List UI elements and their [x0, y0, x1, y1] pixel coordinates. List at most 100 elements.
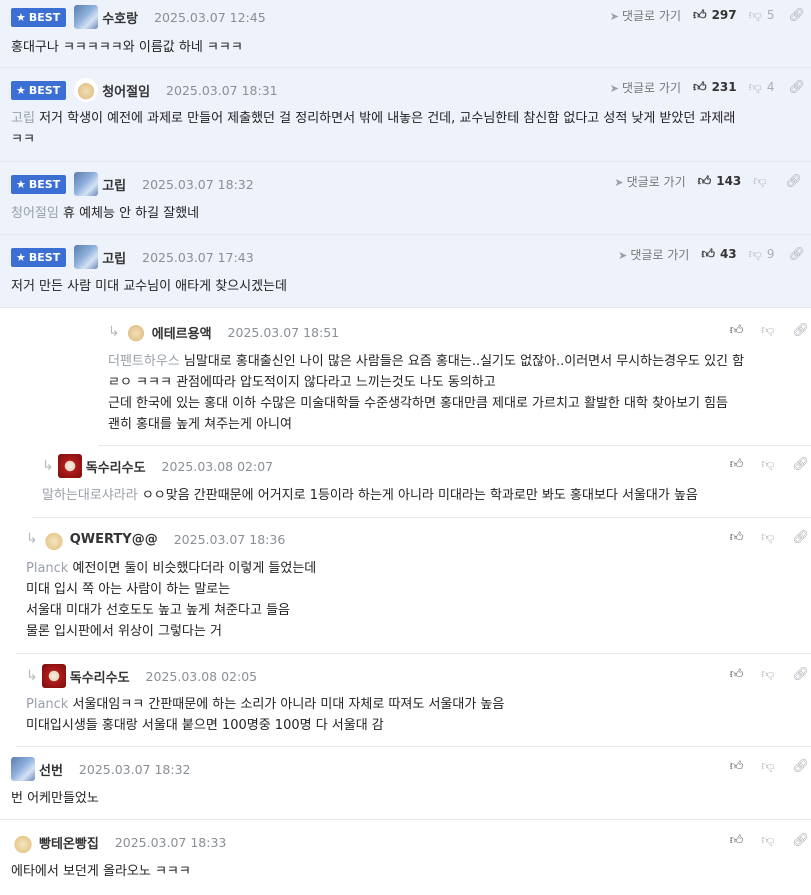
thumbs-down-icon[interactable]: 👎︎ — [761, 457, 774, 472]
go-to-reply-link[interactable]: ➤ 댓글로 가기 — [610, 7, 681, 24]
avatar[interactable] — [11, 830, 35, 854]
nickname[interactable]: 청어절임 — [102, 81, 150, 100]
timestamp: 2025.03.07 12:45 — [154, 9, 266, 25]
avatar[interactable] — [41, 664, 66, 688]
reply-arrow-icon: ↳ — [42, 458, 54, 474]
mention[interactable]: Planck — [26, 561, 68, 576]
nickname[interactable]: 독수리수도 — [86, 457, 146, 476]
nickname[interactable]: 독수리수도 — [70, 667, 130, 686]
thumbs-up-icon[interactable]: 👍︎ — [730, 667, 744, 682]
avatar[interactable] — [57, 454, 82, 478]
thumbs-down-icon: 👎︎ — [748, 79, 762, 95]
comment: 선번 2025.03.07 18:32 👍︎ 👎︎ 🔗︎ 번 어케만들었노 — [0, 747, 811, 820]
like-button[interactable]: 👍︎ 143 — [698, 174, 742, 189]
avatar[interactable] — [74, 245, 99, 269]
nickname[interactable]: QWERTY@@ — [70, 532, 158, 547]
best-badge: ★ BEST — [11, 247, 67, 267]
dislike-button[interactable]: 👎︎ 9 — [749, 247, 775, 262]
send-icon: ➤ — [609, 81, 619, 95]
avatar[interactable] — [74, 78, 99, 102]
send-icon: ➤ — [614, 175, 624, 189]
avatar[interactable] — [123, 320, 148, 344]
link-icon[interactable]: 🔗︎ — [792, 457, 809, 472]
mention[interactable]: 말하는대로샤라라 — [42, 488, 138, 503]
star-icon: ★ — [16, 177, 26, 191]
thumbs-down-icon: 👎︎ — [748, 246, 762, 262]
comment-text: 말하는대로샤라라 ㅇㅇ맞음 간판때문에 어거지로 1등이라 하는게 아니라 미대… — [42, 488, 698, 503]
comment-text: 저거 만든 사람 미대 교수님이 애타게 찾으시겠는데 — [11, 279, 287, 294]
thumbs-up-icon: 👍︎ — [697, 173, 712, 189]
link-icon[interactable]: 🔗︎ — [792, 530, 809, 545]
nickname[interactable]: 고립 — [102, 175, 126, 194]
comment-text: 에타에서 보던게 올라오노 ㅋㅋㅋ — [11, 864, 191, 879]
send-icon: ➤ — [618, 248, 628, 262]
nickname[interactable]: 선번 — [39, 760, 63, 779]
mention[interactable]: 청어절임 — [11, 206, 59, 221]
avatar[interactable] — [74, 5, 99, 29]
like-button[interactable]: 👍︎ 43 — [701, 247, 736, 262]
avatar[interactable] — [74, 172, 99, 196]
link-icon[interactable]: 🔗︎ — [788, 247, 805, 262]
like-button[interactable]: 👍︎ 231 — [693, 80, 737, 95]
timestamp: 2025.03.07 17:43 — [142, 249, 254, 265]
comment-text: 더펜트하우스 님말대로 홍대출신인 나이 많은 사람들은 요즘 홍대는..실기도… — [108, 354, 745, 432]
reply-comment: ↳ 에테르용액 2025.03.07 18:51 👍︎ 👎︎ 🔗︎ 더펜트하우스… — [98, 308, 811, 446]
star-icon: ★ — [16, 250, 26, 264]
best-comment: ★ BEST 고립 2025.03.07 17:43 ➤ 댓글로 가기 👍︎ 43 👎… — [0, 235, 811, 308]
timestamp: 2025.03.08 02:07 — [161, 458, 274, 474]
link-icon[interactable]: 🔗︎ — [785, 174, 802, 189]
go-to-reply-link[interactable]: ➤ 댓글로 가기 — [614, 173, 685, 190]
thumbs-up-icon[interactable]: 👍︎ — [730, 759, 744, 774]
thumbs-down-icon: 👎︎ — [753, 173, 767, 189]
go-to-reply-link[interactable]: ➤ 댓글로 가기 — [610, 79, 681, 96]
star-icon: ★ — [16, 10, 26, 24]
link-icon[interactable]: 🔗︎ — [792, 833, 809, 848]
nickname[interactable]: 수호랑 — [102, 8, 138, 27]
link-icon[interactable]: 🔗︎ — [792, 759, 809, 774]
go-to-reply-link[interactable]: ➤ 댓글로 가기 — [618, 246, 689, 263]
thumbs-down-icon[interactable]: 👎︎ — [761, 323, 774, 338]
timestamp: 2025.03.07 18:33 — [114, 834, 227, 850]
nickname[interactable]: 빵테온빵집 — [39, 833, 99, 852]
timestamp: 2025.03.07 18:31 — [166, 82, 278, 98]
comment-text: Planck 예전이면 둘이 비슷했다더라 이렇게 들었는데 미대 입시 쪽 아… — [26, 561, 317, 639]
thumbs-up-icon[interactable]: 👍︎ — [730, 457, 744, 472]
mention[interactable]: 더펜트하우스 — [108, 354, 180, 369]
link-icon[interactable]: 🔗︎ — [792, 323, 809, 338]
comment: 빵테온빵집 2025.03.07 18:33 👍︎ 👎︎ 🔗︎ 에타에서 보던게… — [0, 820, 811, 895]
thumbs-up-icon[interactable]: 👍︎ — [730, 833, 744, 848]
link-icon[interactable]: 🔗︎ — [788, 80, 805, 95]
best-badge: ★ BEST — [11, 7, 67, 27]
thumbs-down-icon[interactable]: 👎︎ — [761, 667, 774, 682]
thumbs-down-icon: 👎︎ — [748, 7, 762, 23]
comment-text: 홍대구나 ㅋㅋㅋㅋㅋ와 이름값 하네 ㅋㅋㅋ — [11, 40, 243, 55]
timestamp: 2025.03.07 18:32 — [78, 761, 191, 777]
timestamp: 2025.03.07 18:32 — [142, 176, 254, 192]
nickname[interactable]: 에테르용액 — [152, 323, 212, 342]
link-icon[interactable]: 🔗︎ — [792, 667, 809, 682]
thumbs-up-icon[interactable]: 👍︎ — [730, 323, 744, 338]
thumbs-up-icon: 👍︎ — [701, 246, 715, 262]
reply-comment: ↳ 독수리수도 2025.03.08 02:07 👍︎ 👎︎ 🔗︎ 말하는대로샤… — [32, 446, 811, 518]
thumbs-down-icon[interactable]: 👎︎ — [761, 833, 774, 848]
like-button[interactable]: 👍︎ 297 — [693, 8, 737, 23]
dislike-button[interactable]: 👎︎ 5 — [749, 8, 775, 23]
best-badge: ★ BEST — [11, 174, 67, 194]
nickname[interactable]: 고립 — [102, 248, 126, 267]
link-icon[interactable]: 🔗︎ — [788, 8, 805, 23]
avatar[interactable] — [11, 757, 35, 781]
mention[interactable]: 고립 — [11, 111, 35, 126]
thumbs-down-icon[interactable]: 👎︎ — [761, 530, 774, 545]
star-icon: ★ — [16, 83, 26, 97]
comment-text: Planck 서울대임ㅋㅋ 간판때문에 하는 소리가 아니라 미대 자체로 따져… — [26, 697, 505, 733]
send-icon: ➤ — [609, 9, 619, 23]
avatar[interactable] — [41, 527, 66, 551]
reply-arrow-icon: ↳ — [26, 668, 38, 684]
dislike-button[interactable]: 👎︎ 4 — [749, 80, 775, 95]
dislike-button[interactable]: 👎︎ — [753, 174, 771, 189]
mention[interactable]: Planck — [26, 697, 68, 712]
timestamp: 2025.03.07 18:36 — [173, 531, 286, 547]
reply-comment: ↳ 독수리수도 2025.03.08 02:05 👍︎ 👎︎ 🔗︎ Planck… — [16, 654, 811, 747]
thumbs-down-icon[interactable]: 👎︎ — [761, 759, 774, 774]
thumbs-up-icon[interactable]: 👍︎ — [730, 530, 744, 545]
